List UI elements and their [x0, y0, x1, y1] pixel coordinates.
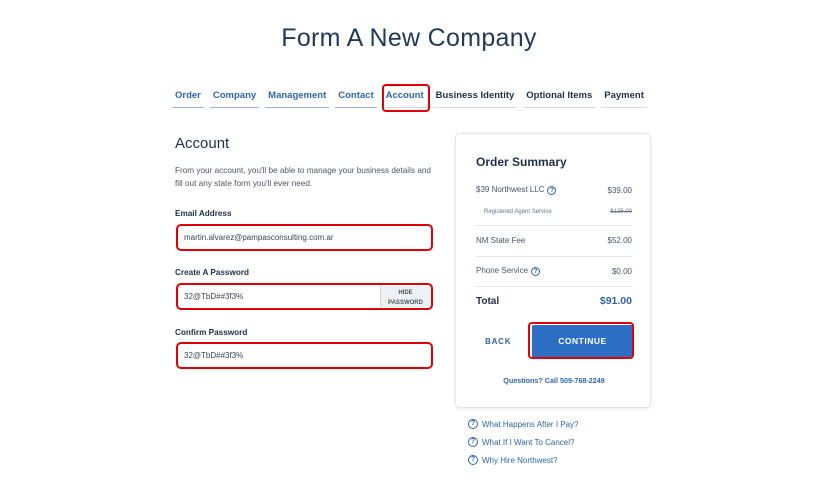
step-contact[interactable]: Contact — [335, 90, 377, 108]
llc-label: $39 Northwest LLC — [476, 185, 545, 194]
total-label: Total — [476, 295, 500, 307]
faq-link-why-hire[interactable]: ? Why Hire Northwest? — [468, 455, 558, 465]
email-field[interactable]: martin.alvarez@pampasconsulting.com.ar — [176, 224, 433, 251]
total-value: $91.00 — [599, 295, 632, 307]
divider — [476, 256, 632, 257]
confirm-password-label: Confirm Password — [175, 328, 248, 337]
help-icon: ? — [468, 455, 478, 465]
summary-row-llc: $39 Northwest LLC? $39.00 — [476, 185, 632, 195]
page-title: Form A New Company — [281, 24, 537, 52]
phone-label: Phone Service — [476, 266, 529, 275]
llc-price: $39.00 — [607, 185, 632, 195]
section-title: Account — [175, 135, 230, 152]
faq-link-label: What Happens After I Pay? — [482, 419, 579, 429]
password-field[interactable]: 32@TbD##3f3% HIDE PASSWORD — [176, 283, 433, 310]
phone-price: $0.00 — [611, 266, 632, 276]
help-icon: ? — [468, 437, 478, 447]
step-company[interactable]: Company — [209, 90, 260, 108]
help-icon[interactable]: ? — [547, 186, 557, 195]
password-label: Create A Password — [175, 268, 250, 277]
email-label: Email Address — [175, 209, 232, 218]
state-fee-price: $52.00 — [607, 236, 632, 245]
faq-link-label: What If I Want To Cancel? — [482, 437, 575, 447]
hide-password-button[interactable]: HIDE PASSWORD — [380, 286, 430, 307]
faq-link-label: Why Hire Northwest? — [482, 455, 558, 465]
back-button[interactable]: BACK — [485, 337, 511, 346]
password-value: 32@TbD##3f3% — [184, 292, 244, 301]
account-intro: From your account, you'll be able to man… — [175, 166, 431, 188]
divider — [476, 225, 632, 226]
confirm-password-field[interactable]: 32@TbD##3f3% — [176, 342, 433, 369]
agent-label: Registered Agent Service — [484, 209, 552, 215]
help-icon[interactable]: ? — [531, 267, 541, 276]
step-highlight-box — [382, 84, 430, 112]
summary-row-phone: Phone Service? $0.00 — [476, 266, 632, 276]
confirm-password-value: 32@TbD##3f3% — [184, 351, 244, 360]
questions-phone-link[interactable]: Questions? Call 509-768-2249 — [456, 376, 652, 385]
faq-link-cancel[interactable]: ? What If I Want To Cancel? — [468, 437, 574, 447]
step-management[interactable]: Management — [265, 90, 330, 108]
agent-price: $125.00 — [610, 209, 632, 215]
faq-link-after-pay[interactable]: ? What Happens After I Pay? — [468, 419, 579, 429]
step-payment[interactable]: Payment — [601, 90, 647, 108]
step-business-identity[interactable]: Business Identity — [432, 90, 518, 108]
summary-total: Total $91.00 — [476, 295, 632, 307]
continue-highlight-box — [528, 322, 634, 359]
email-value: martin.alvarez@pampasconsulting.com.ar — [184, 233, 334, 242]
summary-row-state-fee: NM State Fee $52.00 — [476, 236, 632, 245]
step-order[interactable]: Order — [172, 90, 204, 108]
order-summary-title: Order Summary — [476, 155, 567, 169]
help-icon: ? — [468, 419, 478, 429]
state-fee-label: NM State Fee — [476, 236, 526, 245]
divider — [476, 286, 632, 287]
step-optional-items[interactable]: Optional Items — [523, 90, 596, 108]
summary-row-agent: Registered Agent Service $125.00 — [484, 209, 632, 215]
order-summary: Order Summary $39 Northwest LLC? $39.00 … — [455, 133, 651, 408]
